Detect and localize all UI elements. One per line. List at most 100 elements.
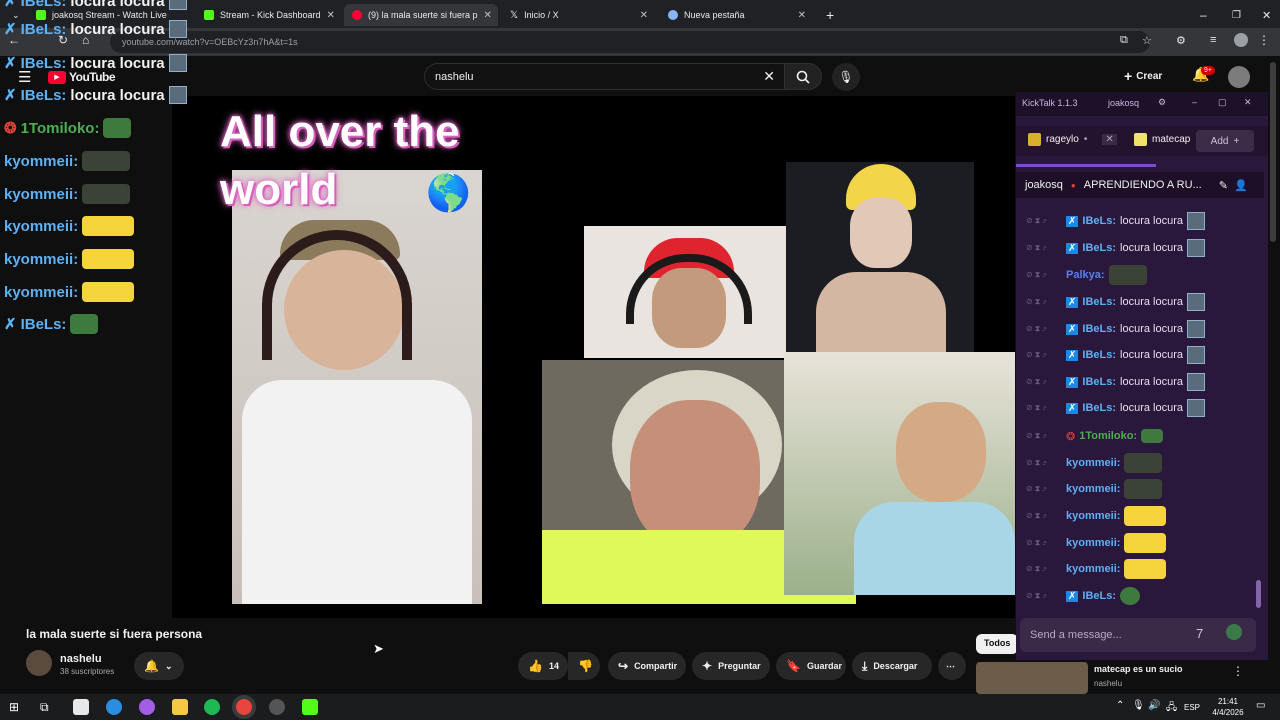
chat-username[interactable]: IBeLs:: [1082, 242, 1116, 254]
filter-chip-all[interactable]: Todos: [976, 634, 1019, 654]
message-actions-icon[interactable]: ⊘⧗⤴: [1026, 538, 1062, 548]
channel-avatar[interactable]: [26, 650, 52, 676]
message-actions-icon[interactable]: ⊘⧗⤴: [1026, 243, 1062, 253]
chat-username[interactable]: IBeLs:: [1082, 402, 1116, 414]
spotify-icon[interactable]: [204, 699, 220, 715]
search-button[interactable]: [784, 63, 822, 90]
speaker-icon[interactable]: 🔊: [1148, 700, 1160, 711]
page-scrollbar[interactable]: [1270, 62, 1276, 242]
message-actions-icon[interactable]: ⊘⧗⤴: [1026, 591, 1062, 601]
clock-date[interactable]: 4/4/2026: [1206, 708, 1250, 717]
seventv-icon[interactable]: 7: [1196, 626, 1203, 641]
chat-username[interactable]: Palkya:: [1066, 269, 1105, 281]
chat-username[interactable]: IBeLs:: [1082, 349, 1116, 361]
tab-youtube-video[interactable]: (9) la mala suerte si fuera p ✕: [344, 4, 498, 26]
ask-button[interactable]: ✦ Preguntar: [692, 652, 770, 680]
message-actions-icon[interactable]: ⊘⧗⤴: [1026, 458, 1062, 468]
related-video-thumbnail[interactable]: [976, 662, 1088, 694]
notifications-tray-icon[interactable]: ▭: [1256, 700, 1265, 711]
message-actions-icon[interactable]: ⊘⧗⤴: [1026, 216, 1062, 226]
chat-username[interactable]: 1Tomiloko:: [1079, 430, 1137, 442]
add-channel-button[interactable]: Add +: [1196, 130, 1254, 152]
pin-icon[interactable]: ✎: [1219, 179, 1228, 192]
microphone-tray-icon[interactable]: 🎙: [1132, 700, 1145, 711]
close-icon[interactable]: ✕: [798, 10, 806, 21]
more-actions-button[interactable]: ⋯: [938, 652, 966, 680]
store-icon[interactable]: [73, 699, 89, 715]
tab-new-tab[interactable]: Nueva pestaña ✕: [660, 4, 814, 26]
kicktalk-tab-matecap[interactable]: matecap: [1134, 133, 1190, 146]
message-actions-icon[interactable]: ⊘⧗⤴: [1026, 564, 1062, 574]
message-actions-icon[interactable]: ⊘⧗⤴: [1026, 350, 1062, 360]
channel-name[interactable]: nashelu: [60, 653, 102, 665]
kicktalk-app-icon[interactable]: [302, 699, 318, 715]
kicktalk-maximize-button[interactable]: ▢: [1218, 97, 1227, 108]
close-window-button[interactable]: ✕: [1254, 4, 1276, 26]
kicktalk-close-button[interactable]: ✕: [1244, 97, 1252, 108]
voice-search-button[interactable]: 🎙: [832, 63, 860, 91]
edge-icon[interactable]: [106, 699, 122, 715]
chat-username[interactable]: IBeLs:: [1082, 376, 1116, 388]
language-indicator[interactable]: ESP: [1184, 703, 1200, 712]
chat-username[interactable]: kyommeii:: [1066, 510, 1120, 522]
clear-search-icon[interactable]: ✕: [763, 68, 775, 85]
chat-scrollbar[interactable]: [1256, 580, 1261, 608]
close-icon[interactable]: ✕: [640, 10, 648, 21]
chat-username[interactable]: IBeLs:: [1082, 590, 1116, 602]
address-bar[interactable]: youtube.com/watch?v=OEBcYz3n7hA&t=1s: [110, 31, 1150, 53]
dislike-button[interactable]: 👎: [568, 652, 600, 680]
new-tab-button[interactable]: +: [818, 4, 840, 26]
chat-username[interactable]: IBeLs:: [1082, 323, 1116, 335]
tray-chevron-icon[interactable]: ⌃: [1116, 700, 1124, 711]
chat-username[interactable]: IBeLs:: [1082, 296, 1116, 308]
task-view-icon[interactable]: ⧉: [40, 700, 49, 715]
settings-gear-icon[interactable]: ⚙: [1158, 97, 1166, 108]
message-actions-icon[interactable]: ⊘⧗⤴: [1026, 270, 1062, 280]
create-button[interactable]: + Crear: [1124, 64, 1162, 88]
media-icon[interactable]: ≡: [1210, 34, 1216, 46]
download-button[interactable]: ⤓ Descargar: [852, 652, 932, 680]
save-button[interactable]: 🔖 Guardar: [776, 652, 846, 680]
close-tab-icon[interactable]: ✕: [1102, 134, 1117, 145]
message-actions-icon[interactable]: ⊘⧗⤴: [1026, 484, 1062, 494]
browser-menu-icon[interactable]: ⋮: [1258, 33, 1270, 47]
clock-time[interactable]: 21:41: [1212, 697, 1244, 706]
chat-username[interactable]: kyommeii:: [1066, 483, 1120, 495]
extensions-icon[interactable]: ⚙: [1176, 34, 1186, 47]
tab-x-home[interactable]: 𝕏 Inicio / X ✕: [502, 4, 656, 26]
user-icon[interactable]: 👤: [1234, 179, 1248, 192]
emote-picker-icon[interactable]: [1226, 624, 1242, 640]
related-more-icon[interactable]: ⋮: [1232, 664, 1244, 678]
like-button[interactable]: 👍 14: [518, 652, 568, 680]
maximize-button[interactable]: ❐: [1224, 4, 1244, 26]
network-icon[interactable]: 🖧: [1166, 700, 1177, 717]
chat-username[interactable]: kyommeii:: [1066, 563, 1120, 575]
message-actions-icon[interactable]: ⊘⧗⤴: [1026, 377, 1062, 387]
profile-avatar[interactable]: [1234, 33, 1248, 47]
related-video-title[interactable]: matecap es un sucio: [1094, 664, 1183, 674]
cast-icon[interactable]: ⧉: [1120, 34, 1128, 47]
chat-username[interactable]: IBeLs:: [1082, 215, 1116, 227]
message-actions-icon[interactable]: ⊘⧗⤴: [1026, 403, 1062, 413]
minimize-button[interactable]: –: [1192, 4, 1212, 26]
tab-kick-dashboard[interactable]: Stream - Kick Dashboard ✕: [196, 4, 342, 26]
message-actions-icon[interactable]: ⊘⧗⤴: [1026, 511, 1062, 521]
message-actions-icon[interactable]: ⊘⧗⤴: [1026, 297, 1062, 307]
chat-input[interactable]: Send a message... 7: [1020, 618, 1256, 652]
close-icon[interactable]: ✕: [327, 10, 335, 21]
message-actions-icon[interactable]: ⊘⧗⤴: [1026, 324, 1062, 334]
windows-start-icon[interactable]: ⊞: [9, 700, 19, 714]
obs-icon[interactable]: [269, 699, 285, 715]
chrome-icon[interactable]: [236, 699, 252, 715]
bookmark-star-icon[interactable]: ☆: [1142, 34, 1152, 47]
file-explorer-icon[interactable]: [172, 699, 188, 715]
search-input[interactable]: nashelu ✕: [424, 63, 786, 90]
share-button[interactable]: ↪ Compartir: [608, 652, 686, 680]
account-avatar[interactable]: [1228, 66, 1250, 88]
kicktalk-minimize-button[interactable]: –: [1192, 97, 1197, 107]
copilot-icon[interactable]: [139, 699, 155, 715]
subscription-bell-button[interactable]: 🔔 ⌄: [134, 652, 184, 680]
message-actions-icon[interactable]: ⊘⧗⤴: [1026, 431, 1062, 441]
chat-username[interactable]: kyommeii:: [1066, 457, 1120, 469]
close-icon[interactable]: ✕: [484, 10, 492, 21]
